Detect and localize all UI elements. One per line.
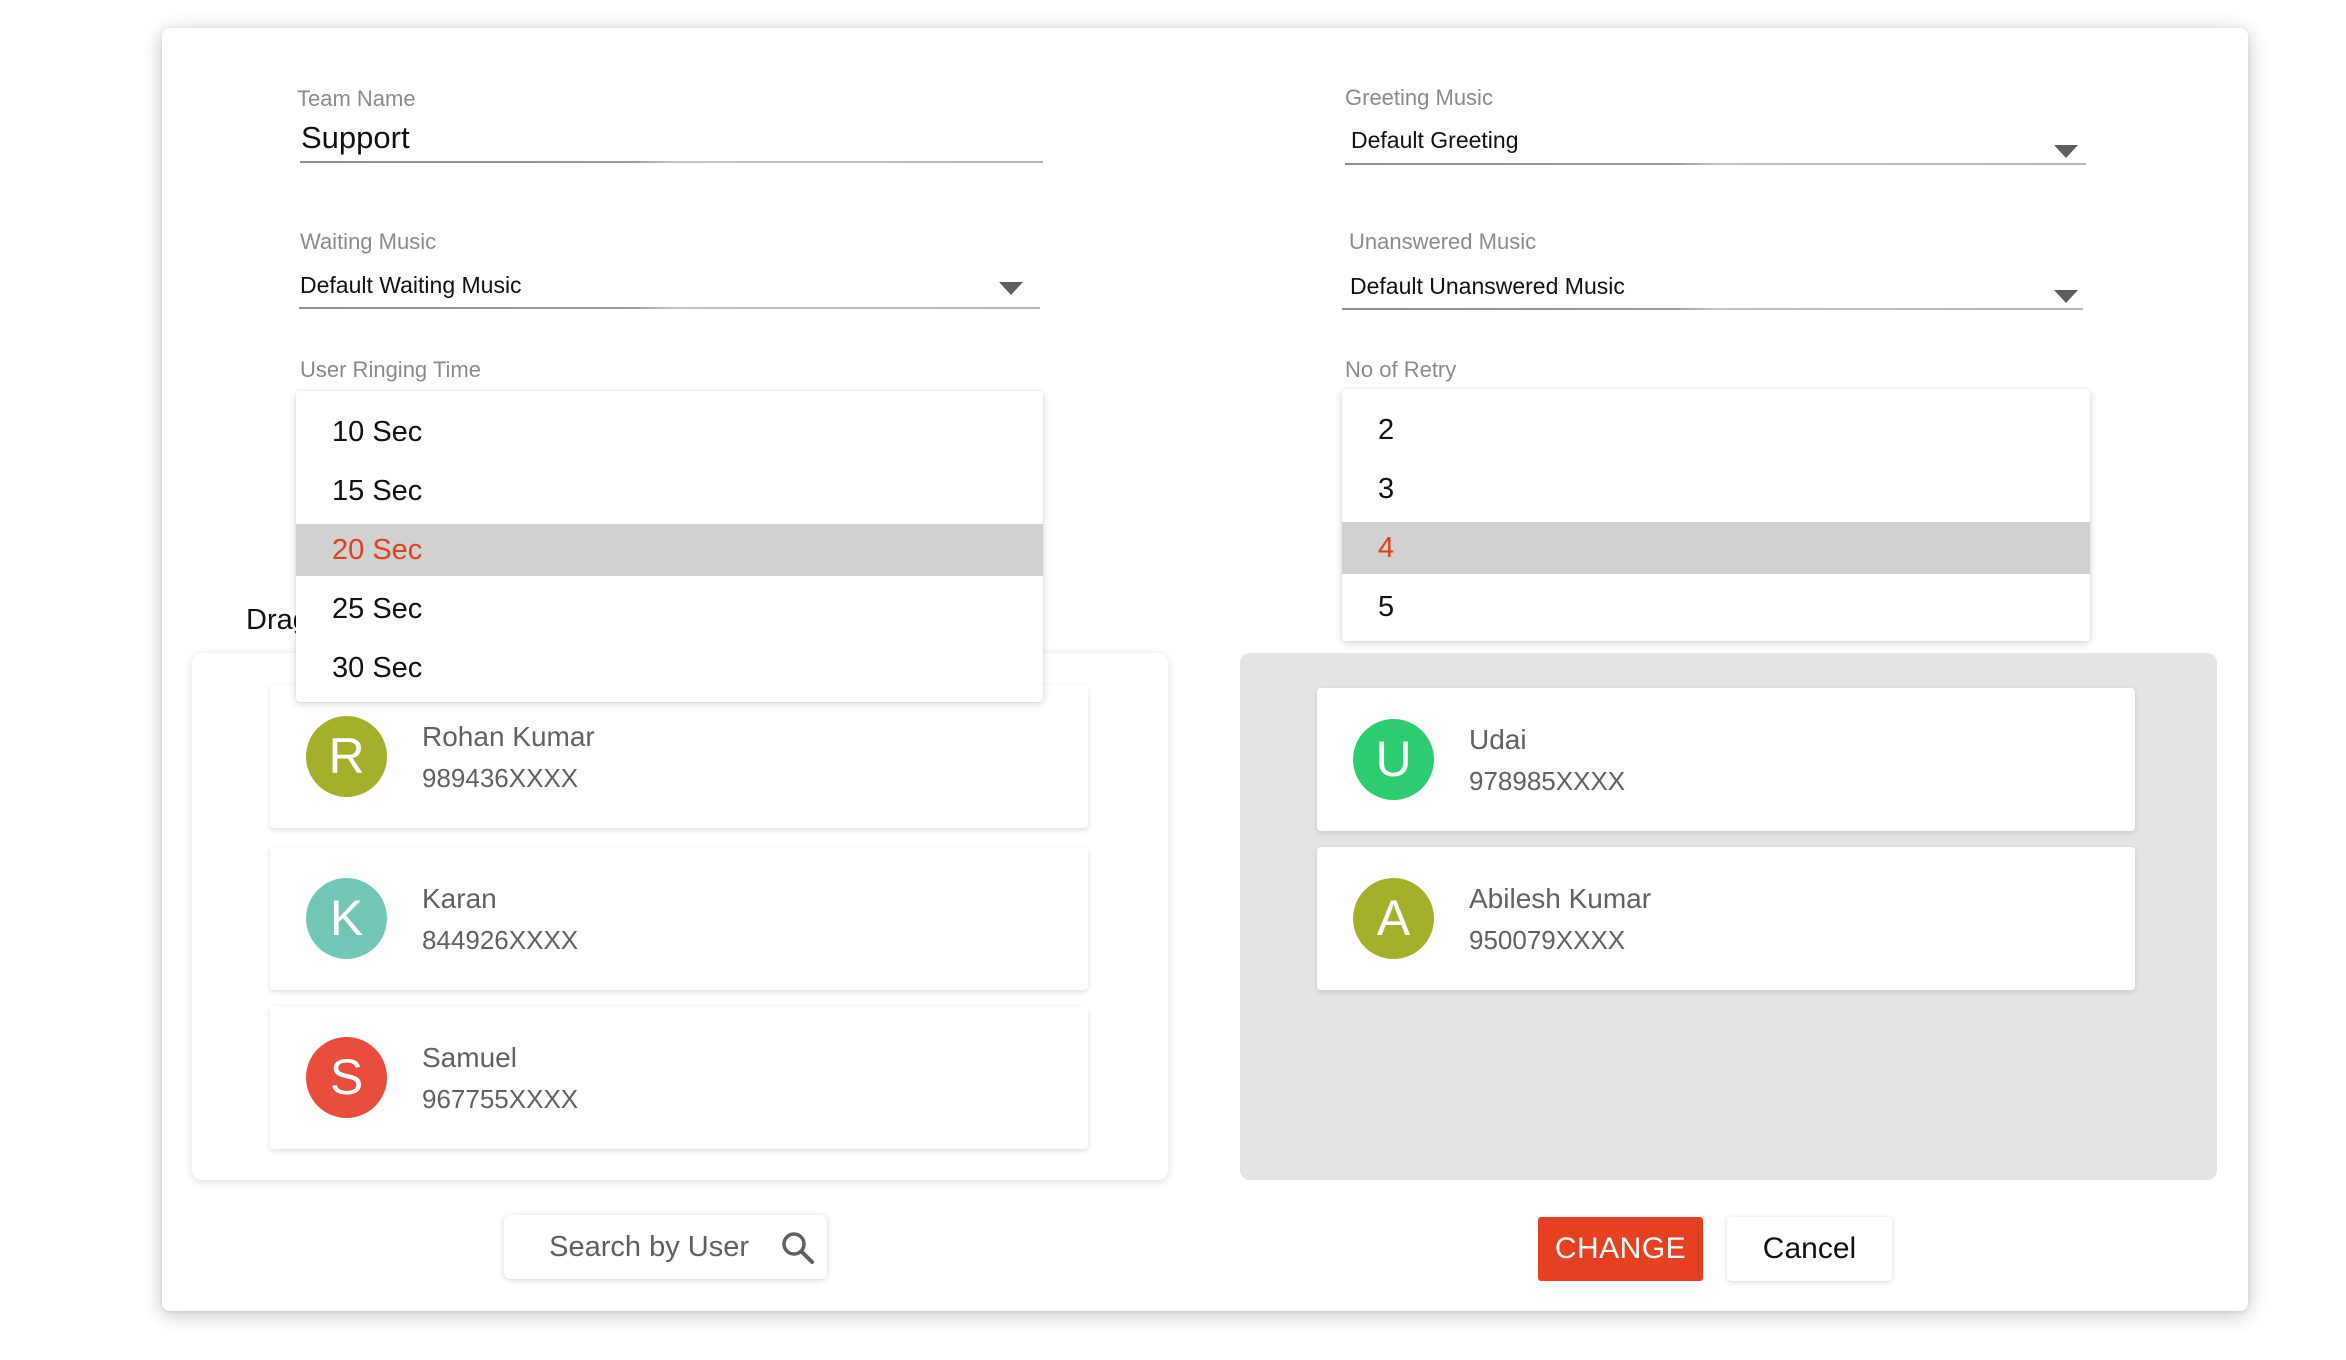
avatar: A [1353, 878, 1434, 959]
unanswered-music-dropdown-arrow-icon[interactable] [2054, 290, 2078, 303]
available-users-panel: R Rohan Kumar 989436XXXX K Karan 844926XXXX S S… [192, 653, 1168, 1180]
waiting-music-label: Waiting Music [300, 229, 437, 254]
greeting-music-dropdown-arrow-icon[interactable] [2054, 145, 2078, 158]
user-name: Karan [422, 883, 497, 914]
user-card[interactable]: A Abilesh Kumar 950079XXXX [1317, 847, 2135, 990]
team-name-input[interactable]: Support [301, 120, 410, 156]
user-ringing-time-label: User Ringing Time [300, 357, 481, 382]
menu-option[interactable]: 30 Sec [296, 642, 1043, 694]
no-of-retry-label: No of Retry [1345, 357, 1457, 382]
search-user-input[interactable] [504, 1215, 749, 1279]
user-card[interactable]: U Udai 978985XXXX [1317, 688, 2135, 831]
greeting-music-select[interactable]: Default Greeting [1351, 127, 1518, 154]
menu-option[interactable]: 20 Sec [296, 524, 1043, 576]
cancel-button[interactable]: Cancel [1727, 1217, 1892, 1281]
menu-option[interactable]: 5 [1342, 581, 2090, 633]
menu-option[interactable]: 4 [1342, 522, 2090, 574]
user-phone: 844926XXXX [422, 925, 579, 955]
team-name-underline [300, 161, 1043, 163]
user-phone: 978985XXXX [1469, 766, 1626, 796]
team-name-label: Team Name [297, 86, 416, 111]
user-phone: 950079XXXX [1469, 925, 1626, 955]
waiting-music-select[interactable]: Default Waiting Music [300, 272, 522, 299]
avatar: K [306, 878, 387, 959]
unanswered-music-underline [1342, 308, 2083, 310]
waiting-music-underline [299, 307, 1040, 309]
user-ringing-time-menu: 10 Sec 15 Sec 20 Sec 25 Sec 30 Sec [296, 391, 1043, 702]
user-card[interactable]: R Rohan Kumar 989436XXXX [270, 685, 1088, 828]
team-users-panel: U Udai 978985XXXX A Abilesh Kumar 950079XXXX [1240, 653, 2217, 1180]
user-card[interactable]: S Samuel 967755XXXX [270, 1006, 1088, 1149]
unanswered-music-select[interactable]: Default Unanswered Music [1350, 273, 1625, 300]
menu-option[interactable]: 3 [1342, 463, 2090, 515]
avatar: R [306, 716, 387, 797]
avatar: U [1353, 719, 1434, 800]
avatar: S [306, 1037, 387, 1118]
user-name: Abilesh Kumar [1469, 883, 1652, 914]
menu-option[interactable]: 25 Sec [296, 583, 1043, 635]
greeting-music-underline [1345, 163, 2086, 165]
user-phone: 967755XXXX [422, 1084, 579, 1114]
change-button[interactable]: CHANGE [1538, 1217, 1703, 1281]
menu-option[interactable]: 10 Sec [296, 406, 1043, 458]
user-name: Rohan Kumar [422, 721, 595, 752]
unanswered-music-label: Unanswered Music [1349, 229, 1537, 254]
user-phone: 989436XXXX [422, 763, 579, 793]
waiting-music-dropdown-arrow-icon[interactable] [999, 282, 1023, 295]
no-of-retry-menu: 2 3 4 5 [1342, 389, 2090, 641]
greeting-music-label: Greeting Music [1345, 85, 1493, 110]
search-user-box [504, 1215, 827, 1279]
user-name: Udai [1469, 724, 1527, 755]
user-card[interactable]: K Karan 844926XXXX [270, 847, 1088, 990]
menu-option[interactable]: 15 Sec [296, 465, 1043, 517]
menu-option[interactable]: 2 [1342, 404, 2090, 456]
user-name: Samuel [422, 1042, 517, 1073]
search-icon[interactable] [781, 1231, 815, 1265]
